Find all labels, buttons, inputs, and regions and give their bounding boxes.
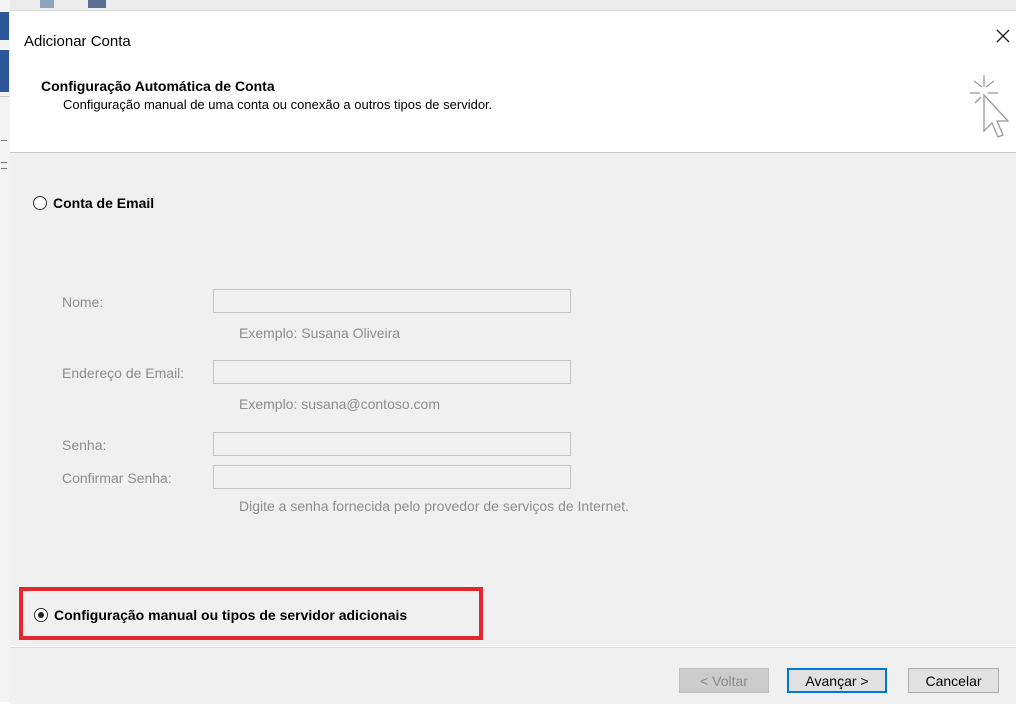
back-button[interactable]: < Voltar [679,668,769,693]
header-subtitle: Configuração manual de uma conta ou cone… [63,97,493,112]
background-window-strip [0,0,1016,10]
toolbar-icon [88,0,106,8]
password-hint: Digite a senha fornecida pelo provedor d… [239,498,629,514]
email-account-option[interactable]: Conta de Email [33,195,154,211]
manual-setup-radio[interactable] [34,608,48,622]
email-account-radio[interactable] [33,196,47,210]
email-label: Endereço de Email: [62,365,185,381]
email-account-label: Conta de Email [53,195,155,211]
divider [1,168,7,169]
dialog-title: Adicionar Conta [24,33,131,50]
dialog-footer: < Voltar Avançar > Cancelar [10,647,1016,704]
name-hint: Exemplo: Susana Oliveira [239,325,401,341]
divider [1,162,7,163]
email-input[interactable] [213,360,571,384]
confirm-password-input[interactable] [213,465,571,489]
password-input[interactable] [213,432,571,456]
name-input[interactable] [213,289,571,313]
name-label: Nome: [62,294,104,310]
email-hint: Exemplo: susana@contoso.com [239,396,440,412]
add-account-dialog: Adicionar Conta Configuração Automática … [10,10,1016,704]
toolbar-icon [40,0,54,8]
divider [0,96,9,97]
setup-wizard-cursor-icon [970,75,1010,138]
manual-setup-label: Configuração manual ou tipos de servidor… [54,607,408,623]
app-ribbon-tab [0,12,9,40]
password-label: Senha: [62,437,107,453]
close-icon[interactable] [992,25,1014,47]
dialog-body: Conta de Email Nome: Exemplo: Susana Oli… [10,153,1016,646]
app-ribbon-tab [0,50,9,92]
title-bar: Adicionar Conta [10,11,1016,56]
manual-setup-option[interactable]: Configuração manual ou tipos de servidor… [34,607,407,623]
confirm-password-label: Confirmar Senha: [62,470,172,486]
background-app-sidebar [0,0,10,702]
cancel-button[interactable]: Cancelar [908,668,999,693]
divider [1,140,7,141]
next-button[interactable]: Avançar > [787,668,887,693]
header-title: Configuração Automática de Conta [41,78,275,94]
dialog-header: Configuração Automática de Conta Configu… [10,57,1016,153]
